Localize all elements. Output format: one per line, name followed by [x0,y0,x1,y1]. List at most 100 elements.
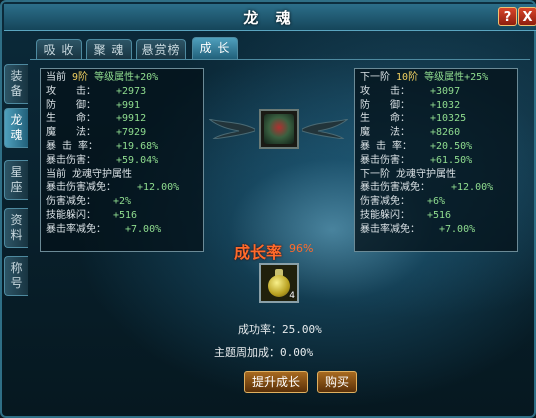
stat-value: +19.68% [116,140,159,152]
stat-label: 暴 击 率： [360,140,413,152]
guard-label: 伤害减免： [360,196,410,208]
guard-label: 暴击伤害减免： [46,182,116,194]
current-tier-bonus: 等级属性+20% [94,72,159,83]
success-rate-row: 成功率：25.00% [238,321,322,337]
stat-row: 暴击伤害： +61.50% [360,154,512,168]
stat-row: 暴 击 率： +20.50% [360,140,512,154]
stat-label: 魔 法： [360,127,410,139]
current-tier-prefix: 当前 [46,72,66,83]
guard-row: 伤害减免： +2% [46,195,198,209]
guard-value: +516 [427,209,452,221]
tab-gather-soul[interactable]: 聚 魂 [86,39,132,59]
stat-row: 攻 击： +3097 [360,85,512,99]
title-bar[interactable]: 龙 魂 ? X [4,4,536,31]
stat-label: 生 命： [360,113,410,125]
success-rate-value: 25.00% [282,323,322,336]
guard-label: 暴击率减免： [360,223,420,235]
stat-label: 生 命： [46,113,96,125]
current-tier-row: 当前 9阶 等级属性+20% [46,71,198,85]
buy-button[interactable]: 购买 [317,371,357,393]
side-tab-title[interactable]: 称号 [4,256,28,296]
next-tier-row: 下一阶 10阶 等级属性+25% [360,71,512,85]
guard-value: +6% [427,196,446,208]
theme-week-bonus-label: 主题周加成： [214,346,280,359]
stat-row: 生 命： +9912 [46,112,198,126]
stat-label: 攻 击： [360,85,410,97]
guard-row: 技能躲闪： +516 [46,209,198,223]
guard-row: 暴击伤害减免： +12.00% [46,181,198,195]
next-tier: 10阶 [396,72,419,83]
stat-row: 防 御： +1032 [360,99,512,113]
guard-label: 暴击伤害减免： [360,182,430,194]
stat-row: 生 命： +10325 [360,112,512,126]
stat-row: 防 御： +991 [46,99,198,113]
tab-bounty-board[interactable]: 悬赏榜 [136,39,186,59]
stat-value: +10325 [430,113,467,125]
stat-label: 攻 击： [46,85,96,97]
stat-value: +59.04% [116,154,159,166]
stat-value: +7929 [116,127,147,139]
stat-value: +2973 [116,85,147,97]
success-rate-label: 成功率： [238,323,282,336]
stat-row: 攻 击： +2973 [46,85,198,99]
stat-value: +20.50% [430,140,473,152]
help-button[interactable]: ? [498,7,517,26]
current-guard-title: 当前 龙魂守护属性 [46,168,133,180]
close-button[interactable]: X [518,7,536,26]
guard-row: 伤害减免： +6% [360,195,512,209]
theme-week-bonus-value: 0.00% [280,346,314,359]
stat-value: +9912 [116,113,147,125]
stat-row: 暴 击 率： +19.68% [46,140,198,154]
guard-value: +516 [113,209,138,221]
stat-label: 防 御： [360,99,410,111]
stat-value: +3097 [430,85,461,97]
guard-row: 技能躲闪： +516 [360,209,512,223]
potion-quantity: 4 [289,291,295,301]
side-tab-dragon-soul[interactable]: 龙魂 [4,108,28,148]
tab-absorb[interactable]: 吸 收 [36,39,82,59]
next-tier-prefix: 下一阶 [360,72,390,83]
stat-label: 魔 法： [46,127,96,139]
guard-label: 技能躲闪： [46,209,96,221]
side-tab-constellation[interactable]: 星座 [4,160,28,200]
guard-row: 暴击率减免： +7.00% [46,223,198,237]
left-wing-ornament [209,119,255,139]
window-title: 龙 魂 [243,9,297,27]
growth-rate-label: 成长率 [234,243,283,262]
side-tab-equipment[interactable]: 装备 [4,64,28,104]
stat-value: +1032 [430,99,461,111]
potion-slot[interactable]: 4 [259,263,299,303]
stat-row: 暴击伤害： +59.04% [46,154,198,168]
stat-label: 暴击伤害： [46,154,96,166]
upgrade-growth-button[interactable]: 提升成长 [244,371,308,393]
guard-row: 暴击率减免： +7.00% [360,223,512,237]
stat-row: 魔 法： +7929 [46,126,198,140]
side-tab-profile[interactable]: 资料 [4,208,28,248]
guard-value: +12.00% [451,182,494,194]
guard-label: 暴击率减免： [46,223,106,235]
next-stats-panel: 下一阶 10阶 等级属性+25% 攻 击： +3097 防 御： +1032 生 命… [354,68,518,252]
potion-icon [268,275,290,297]
stat-label: 暴击伤害： [360,154,410,166]
current-tier: 9阶 [72,72,89,83]
stat-label: 防 御： [46,99,96,111]
guard-label: 技能躲闪： [360,209,410,221]
right-wing-ornament [302,119,348,139]
stat-value: +61.50% [430,154,473,166]
next-guard-title-row: 下一阶 龙魂守护属性 [360,168,512,182]
dragon-head-icon [264,114,294,144]
dragon-soul-slot[interactable] [259,109,299,149]
tab-growth[interactable]: 成 长 [192,37,238,59]
theme-week-bonus-row: 主题周加成：0.00% [214,344,313,360]
stat-value: +991 [116,99,141,111]
guard-value: +2% [113,196,132,208]
guard-value: +7.00% [439,223,476,235]
tab-divider [30,59,530,60]
stat-label: 暴 击 率： [46,140,99,152]
guard-value: +12.00% [137,182,180,194]
guard-label: 伤害减免： [46,196,96,208]
current-guard-title-row: 当前 龙魂守护属性 [46,168,198,182]
next-tier-bonus: 等级属性+25% [424,72,489,83]
dragon-soul-window: 龙 魂 ? X 吸 收 聚 魂 悬赏榜 成 长 装备 龙魂 星座 资料 称号 当… [0,0,536,418]
stat-value: +8260 [430,127,461,139]
